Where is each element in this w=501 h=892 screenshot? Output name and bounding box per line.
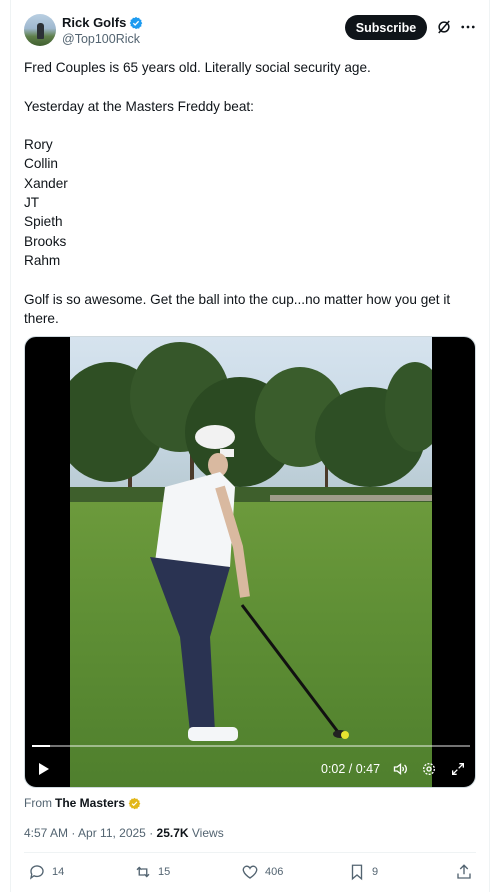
tweet-line: Collin xyxy=(24,156,58,172)
like-button[interactable]: 406 xyxy=(241,862,283,882)
tweet-line xyxy=(24,116,474,135)
tweet-line: Xander xyxy=(24,175,68,191)
tweet-line xyxy=(24,77,474,96)
subscribe-button[interactable]: Subscribe xyxy=(345,15,427,40)
heart-icon xyxy=(242,865,258,879)
source-prefix: From xyxy=(24,796,52,810)
share-icon xyxy=(457,864,471,879)
golfer-illustration xyxy=(150,425,349,741)
verified-gold-badge-icon xyxy=(128,797,141,809)
tweet-meta: 4:57 AM · Apr 11, 2025 · 25.7K Views xyxy=(24,825,224,841)
volume-icon[interactable] xyxy=(392,761,409,777)
repost-count: 15 xyxy=(158,866,171,878)
video-player[interactable]: 0:02 / 0:47 xyxy=(24,336,476,788)
source-name[interactable]: The Masters xyxy=(55,795,125,811)
video-frame[interactable] xyxy=(70,337,432,787)
reply-count: 14 xyxy=(52,866,65,878)
author-name-label: Rick Golfs xyxy=(62,15,127,30)
repost-icon xyxy=(136,866,150,878)
views-count: 25.7K xyxy=(156,826,189,840)
tweet-line: Rahm xyxy=(24,252,61,268)
tweet-line: Yesterday at the Masters Freddy beat: xyxy=(24,98,254,114)
reply-button[interactable]: 14 xyxy=(28,862,64,882)
tweet-line: there. xyxy=(24,310,59,326)
tweet-text: Fred Couples is 65 years old. Literally … xyxy=(24,58,474,328)
verified-badge-icon xyxy=(129,16,143,30)
tweet-line: Brooks xyxy=(24,233,67,249)
tweet-line: JT xyxy=(24,195,40,211)
tweet-timestamp[interactable]: 4:57 AM · Apr 11, 2025 · xyxy=(24,826,157,840)
tweet-line: Spieth xyxy=(24,214,63,230)
more-options-icon[interactable] xyxy=(459,18,477,36)
play-icon[interactable] xyxy=(35,761,51,777)
share-button[interactable] xyxy=(455,862,473,882)
like-count: 406 xyxy=(265,866,284,878)
video-time: 0:02 / 0:47 xyxy=(321,762,381,776)
divider xyxy=(24,852,476,853)
bookmark-count: 9 xyxy=(372,866,379,878)
tweet-line: Rory xyxy=(24,137,53,153)
avatar[interactable] xyxy=(24,14,56,46)
video-progress-bar[interactable] xyxy=(32,745,470,747)
video-source: From The Masters xyxy=(24,795,141,811)
author-handle[interactable]: @Top100Rick xyxy=(62,31,140,47)
repost-button[interactable]: 15 xyxy=(134,862,170,882)
views-label: Views xyxy=(188,826,224,840)
tweet-line: Golf is so awesome. Get the ball into th… xyxy=(24,291,451,307)
fullscreen-icon[interactable] xyxy=(450,761,466,777)
reply-icon xyxy=(29,865,44,880)
settings-icon[interactable] xyxy=(421,761,437,777)
bookmark-icon xyxy=(351,864,363,881)
bookmark-button[interactable]: 9 xyxy=(348,862,378,882)
video-progress-fill xyxy=(32,745,50,747)
tweet-line xyxy=(24,270,474,289)
tweet-line: Fred Couples is 65 years old. Literally … xyxy=(24,60,371,75)
grok-icon[interactable] xyxy=(435,18,453,36)
author-name[interactable]: Rick Golfs xyxy=(62,15,143,31)
